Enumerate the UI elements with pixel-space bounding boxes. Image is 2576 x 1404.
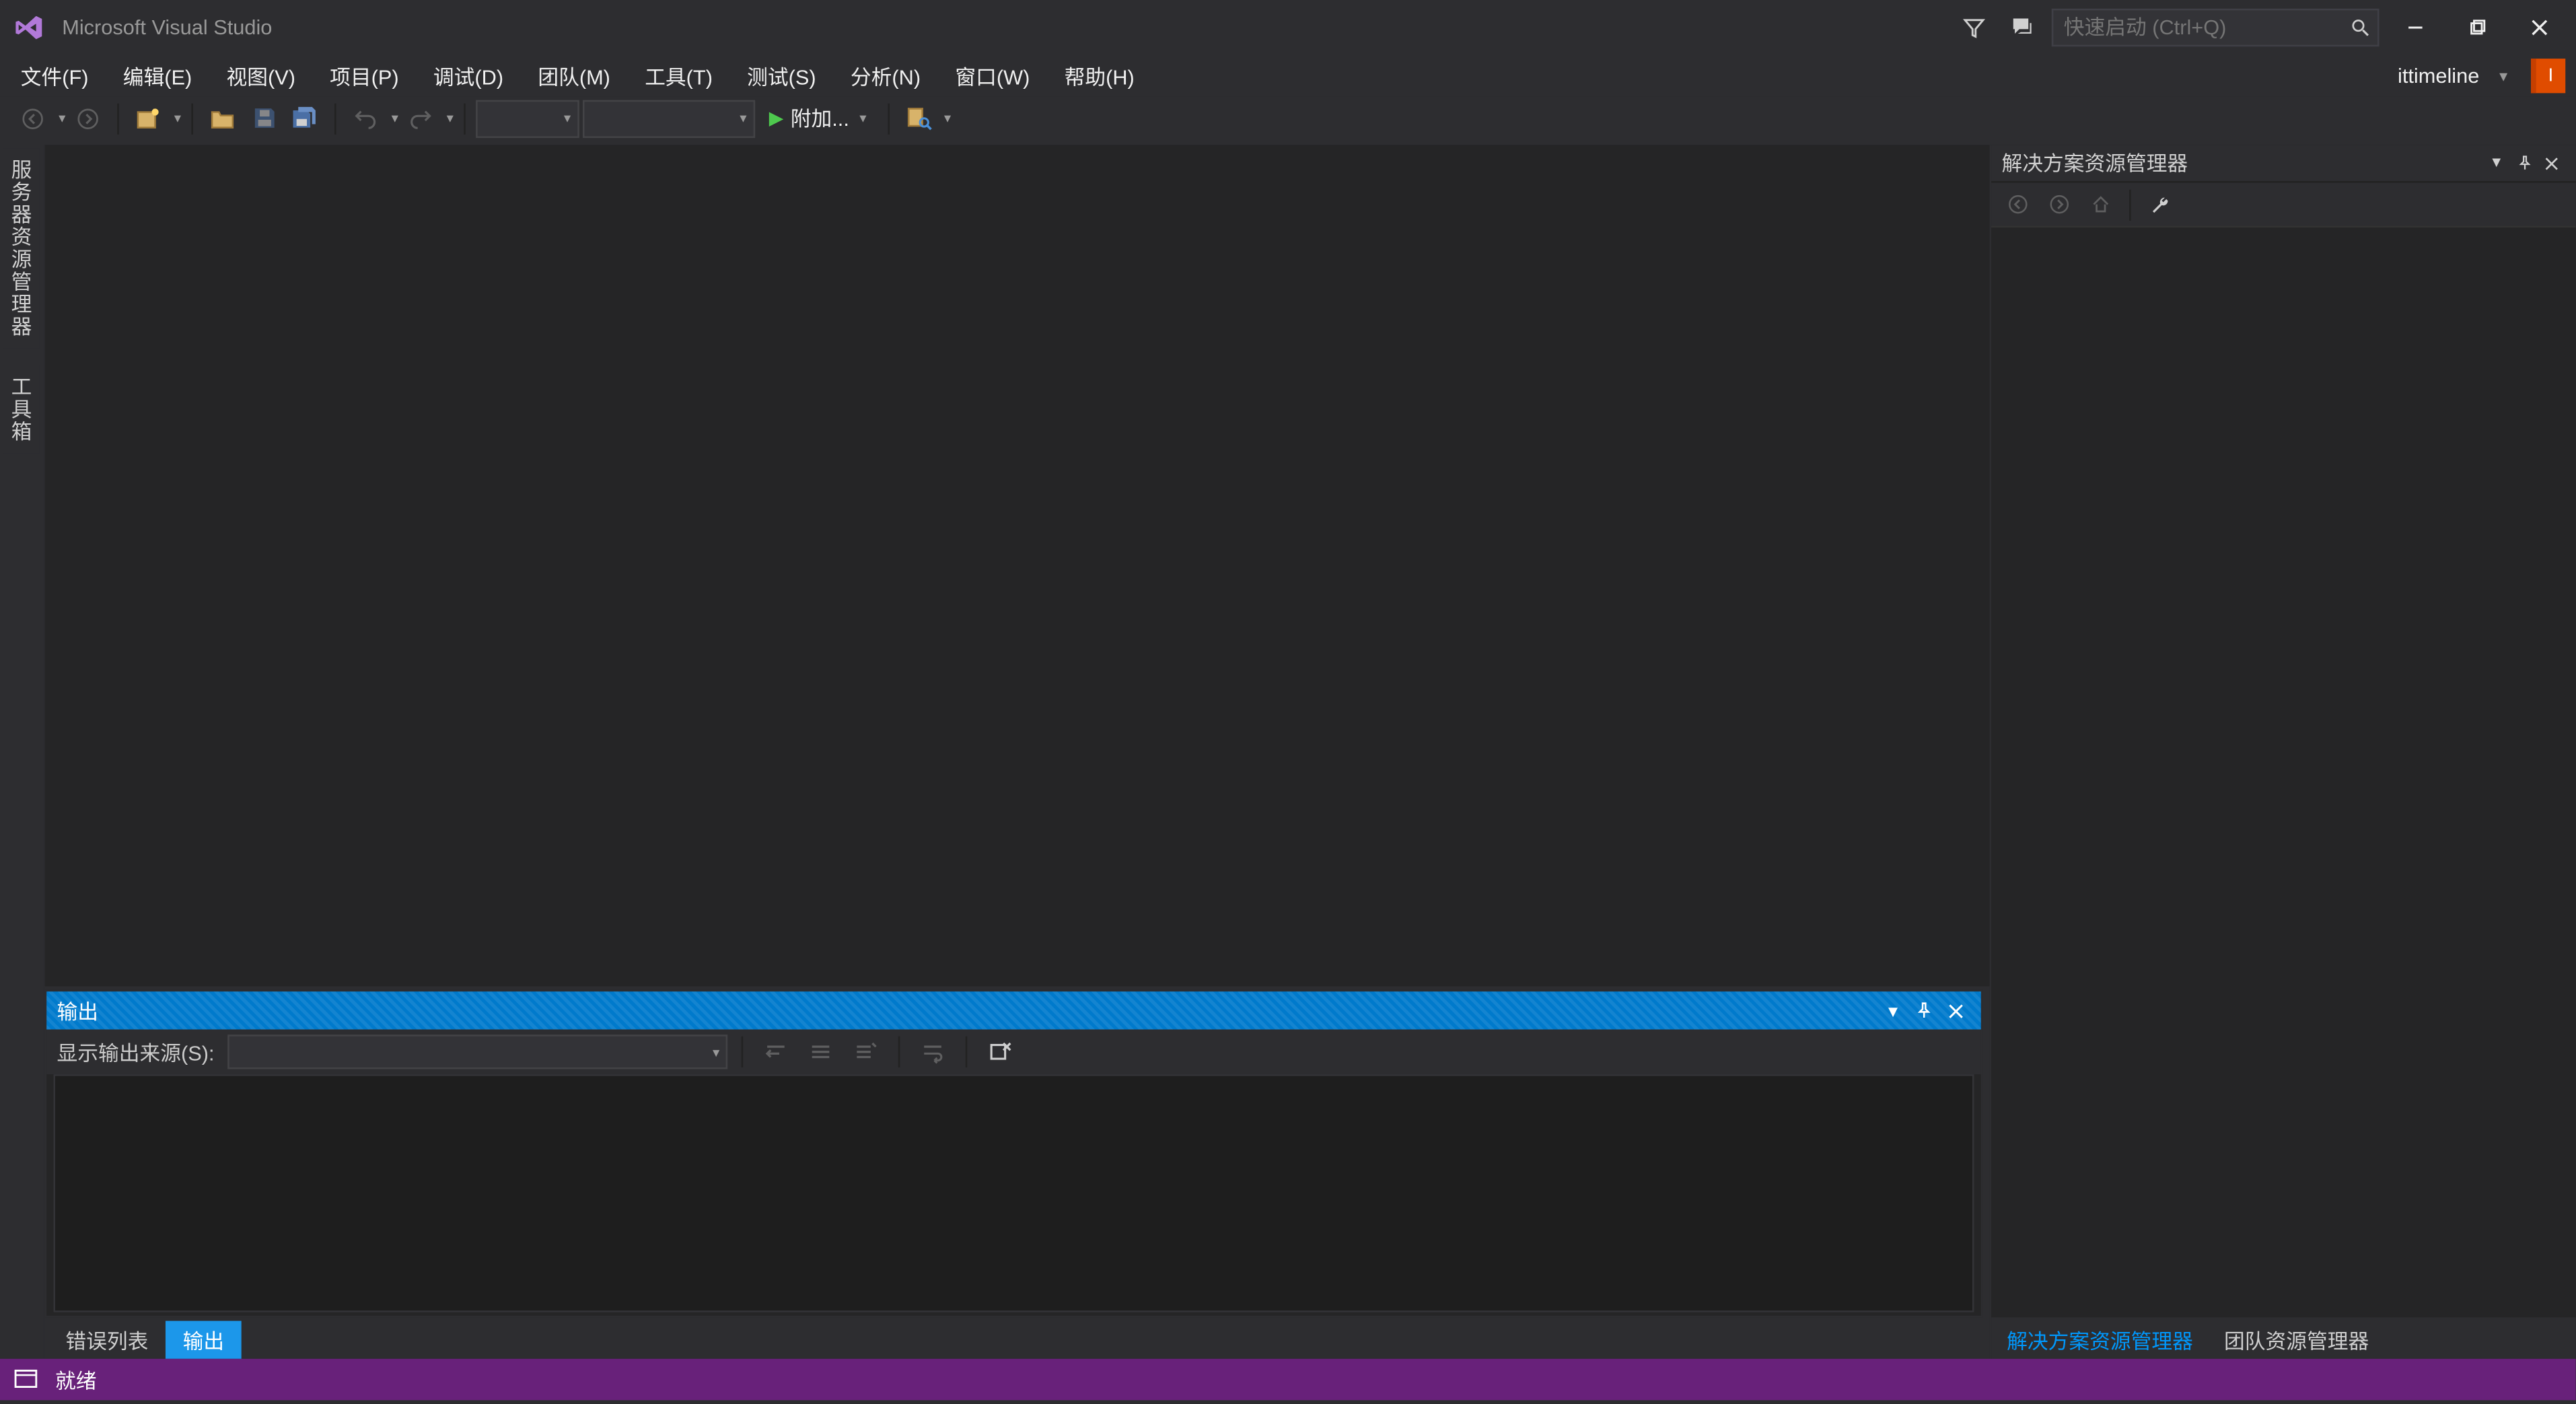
toolbar-separator bbox=[464, 102, 466, 133]
save-all-button[interactable] bbox=[286, 99, 324, 137]
menu-help[interactable]: 帮助(H) bbox=[1047, 56, 1151, 96]
goto-prev-message-button[interactable] bbox=[758, 1033, 795, 1071]
menu-tools[interactable]: 工具(T) bbox=[628, 56, 730, 96]
solution-explorer-panel: 解决方案资源管理器 ▾ bbox=[1990, 145, 2576, 1359]
maximize-button[interactable] bbox=[2452, 9, 2503, 46]
menu-file[interactable]: 文件(F) bbox=[3, 56, 106, 96]
panel-close-icon[interactable] bbox=[1939, 995, 1970, 1026]
solution-explorer-tree[interactable] bbox=[1991, 227, 2576, 1317]
toolbar-separator bbox=[334, 102, 336, 133]
title-bar: Microsoft Visual Studio bbox=[0, 0, 2576, 55]
back-button[interactable] bbox=[1998, 185, 2036, 223]
menu-project[interactable]: 项目(P) bbox=[313, 56, 417, 96]
account-dropdown-caret[interactable]: ▼ bbox=[2497, 68, 2521, 83]
panel-pin-icon[interactable] bbox=[1908, 995, 1939, 1026]
status-bar: 就绪 bbox=[0, 1359, 2576, 1400]
clear-all-button[interactable] bbox=[847, 1033, 885, 1071]
menu-test[interactable]: 测试(S) bbox=[730, 56, 834, 96]
forward-button[interactable] bbox=[2040, 185, 2077, 223]
search-icon[interactable] bbox=[2350, 17, 2371, 38]
output-panel: 输出 ▾ 显示输出来源(S): ▾ bbox=[45, 990, 1983, 1318]
solution-explorer-bottom-tab[interactable]: 解决方案资源管理器 bbox=[1991, 1321, 2209, 1358]
toolbar-separator bbox=[966, 1037, 968, 1067]
new-project-button[interactable] bbox=[129, 99, 167, 137]
find-in-files-button[interactable] bbox=[899, 99, 937, 137]
toggle-word-wrap-button[interactable] bbox=[915, 1033, 952, 1071]
left-sidebar: 服务器资源管理器 工具箱 bbox=[0, 145, 45, 1359]
toolbar-separator bbox=[887, 102, 889, 133]
find-caret[interactable]: ▾ bbox=[944, 110, 951, 126]
bottom-tabs: 错误列表 输出 bbox=[45, 1317, 1990, 1358]
solution-explorer-header[interactable]: 解决方案资源管理器 ▾ bbox=[1991, 145, 2576, 182]
statusbar-window-icon[interactable] bbox=[13, 1369, 38, 1390]
quick-launch-input[interactable] bbox=[2064, 15, 2367, 40]
home-button[interactable] bbox=[2081, 185, 2118, 223]
attach-label: 附加... bbox=[791, 104, 849, 133]
goto-next-message-button[interactable] bbox=[802, 1033, 840, 1071]
menu-analyze[interactable]: 分析(N) bbox=[833, 56, 937, 96]
redo-button[interactable] bbox=[402, 99, 439, 137]
menu-window[interactable]: 窗口(W) bbox=[938, 56, 1047, 96]
undo-button[interactable] bbox=[347, 99, 384, 137]
quick-launch-box[interactable] bbox=[2052, 9, 2380, 46]
close-button[interactable] bbox=[2513, 9, 2565, 46]
open-file-button[interactable] bbox=[203, 99, 241, 137]
properties-button[interactable] bbox=[2141, 185, 2179, 223]
start-debug-button[interactable]: ▶ 附加... ▾ bbox=[758, 99, 876, 137]
notification-filter-icon[interactable] bbox=[1955, 9, 1993, 46]
account-name[interactable]: ittimeline bbox=[2391, 64, 2486, 88]
output-panel-toolbar: 显示输出来源(S): ▾ bbox=[46, 1030, 1981, 1075]
account-avatar[interactable]: I bbox=[2531, 59, 2565, 93]
panel-pin-icon[interactable] bbox=[2510, 149, 2538, 177]
solution-config-combo[interactable]: ▾ bbox=[476, 99, 579, 137]
output-panel-header[interactable]: 输出 ▾ bbox=[46, 991, 1981, 1029]
panel-window-position-icon[interactable]: ▾ bbox=[1877, 995, 1908, 1026]
menu-bar: 文件(F) 编辑(E) 视图(V) 项目(P) 调试(D) 团队(M) 工具(T… bbox=[0, 55, 2576, 96]
feedback-icon[interactable] bbox=[2003, 9, 2041, 46]
output-tab[interactable]: 输出 bbox=[166, 1321, 242, 1358]
output-text-area[interactable] bbox=[53, 1074, 1974, 1312]
undo-caret[interactable]: ▾ bbox=[392, 110, 398, 126]
app-title: Microsoft Visual Studio bbox=[62, 15, 272, 40]
toolbar-separator bbox=[117, 102, 119, 133]
output-source-label: 显示输出来源(S): bbox=[57, 1037, 215, 1067]
minimize-button[interactable] bbox=[2390, 9, 2441, 46]
nav-forward-button[interactable] bbox=[69, 99, 107, 137]
solution-explorer-title: 解决方案资源管理器 bbox=[2001, 148, 2482, 178]
nav-back-caret[interactable]: ▾ bbox=[59, 110, 65, 126]
error-list-tab[interactable]: 错误列表 bbox=[48, 1321, 166, 1358]
editor-area bbox=[45, 145, 1990, 986]
right-panel-tabs: 解决方案资源管理器 团队资源管理器 bbox=[1991, 1317, 2576, 1358]
clear-output-button[interactable] bbox=[982, 1033, 1019, 1071]
output-source-combo[interactable]: ▾ bbox=[228, 1034, 728, 1069]
panel-window-position-icon[interactable]: ▾ bbox=[2482, 149, 2510, 177]
new-project-caret[interactable]: ▾ bbox=[174, 110, 181, 126]
vs-logo-icon bbox=[10, 9, 48, 46]
toolbar-separator bbox=[742, 1037, 744, 1067]
nav-back-button[interactable] bbox=[13, 99, 51, 137]
solution-explorer-toolbar bbox=[1991, 183, 2576, 228]
redo-caret[interactable]: ▾ bbox=[447, 110, 454, 126]
toolbar-separator bbox=[2129, 189, 2131, 220]
toolbox-tab[interactable]: 工具箱 bbox=[3, 365, 40, 454]
output-panel-title: 输出 bbox=[57, 996, 1877, 1026]
save-button[interactable] bbox=[245, 99, 283, 137]
team-explorer-bottom-tab[interactable]: 团队资源管理器 bbox=[2209, 1321, 2384, 1358]
menu-debug[interactable]: 调试(D) bbox=[416, 56, 520, 96]
menu-team[interactable]: 团队(M) bbox=[521, 56, 628, 96]
server-explorer-tab[interactable]: 服务器资源管理器 bbox=[3, 148, 40, 348]
toolbar-separator bbox=[899, 1037, 901, 1067]
solution-platform-combo[interactable]: ▾ bbox=[583, 99, 755, 137]
status-ready: 就绪 bbox=[55, 1365, 97, 1395]
menu-view[interactable]: 视图(V) bbox=[209, 56, 313, 96]
toolbar-separator bbox=[191, 102, 193, 133]
main-toolbar: ▾ ▾ ▾ ▾ ▾ ▾ ▶ 附加... bbox=[0, 96, 2576, 145]
play-icon: ▶ bbox=[769, 107, 784, 129]
panel-close-icon[interactable] bbox=[2538, 149, 2565, 177]
menu-edit[interactable]: 编辑(E) bbox=[106, 56, 209, 96]
start-debug-caret[interactable]: ▾ bbox=[859, 110, 866, 126]
